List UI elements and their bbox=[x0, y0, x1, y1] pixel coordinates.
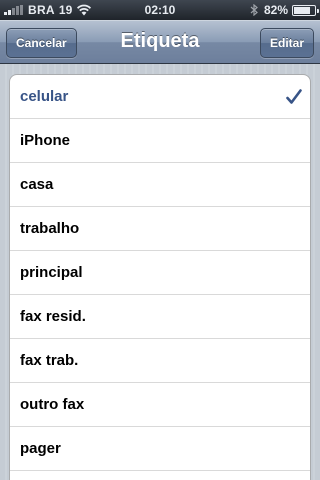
list-item[interactable]: iPhone bbox=[10, 119, 310, 163]
status-right: 82% bbox=[250, 3, 319, 17]
battery-icon bbox=[292, 4, 319, 16]
list-item-label: trabalho bbox=[20, 220, 80, 237]
page-title: Etiqueta bbox=[120, 30, 200, 52]
checkmark-icon bbox=[286, 89, 302, 104]
list-item[interactable]: trabalho bbox=[10, 207, 310, 251]
list-item[interactable]: pager bbox=[10, 427, 310, 471]
wifi-icon bbox=[77, 4, 92, 16]
list-item-label: pager bbox=[20, 440, 61, 457]
list-item-label: fax resid. bbox=[20, 308, 86, 325]
label-list: celular iPhone casa trabalho principal fax re… bbox=[9, 74, 311, 480]
list-item-label: casa bbox=[20, 176, 54, 193]
carrier-code: 19 bbox=[58, 3, 73, 17]
list-item[interactable]: fax trab. bbox=[10, 339, 310, 383]
list-item[interactable]: outro fax bbox=[10, 383, 310, 427]
carrier-name: BRA bbox=[28, 3, 55, 17]
battery-percentage: 82% bbox=[263, 3, 288, 17]
list-item-label: celular bbox=[20, 88, 69, 105]
list-item-label: fax trab. bbox=[20, 352, 79, 369]
list-item-label: iPhone bbox=[20, 132, 71, 149]
signal-icon bbox=[4, 5, 24, 15]
edit-button[interactable]: Editar bbox=[259, 28, 314, 58]
list-item-label: outro fax bbox=[20, 396, 85, 413]
status-left: BRA 19 bbox=[4, 3, 92, 17]
list-item-label: principal bbox=[20, 264, 83, 281]
list-item[interactable]: principal bbox=[10, 251, 310, 295]
list-item[interactable]: casa bbox=[10, 163, 310, 207]
navigation-bar: Cancelar Etiqueta Editar bbox=[0, 20, 320, 64]
status-bar: BRA 19 02:10 82% bbox=[0, 0, 320, 20]
cancel-button[interactable]: Cancelar bbox=[6, 28, 77, 58]
bluetooth-icon bbox=[250, 4, 258, 16]
list-item[interactable]: fax resid. bbox=[10, 295, 310, 339]
list-item[interactable]: celular bbox=[10, 75, 310, 119]
